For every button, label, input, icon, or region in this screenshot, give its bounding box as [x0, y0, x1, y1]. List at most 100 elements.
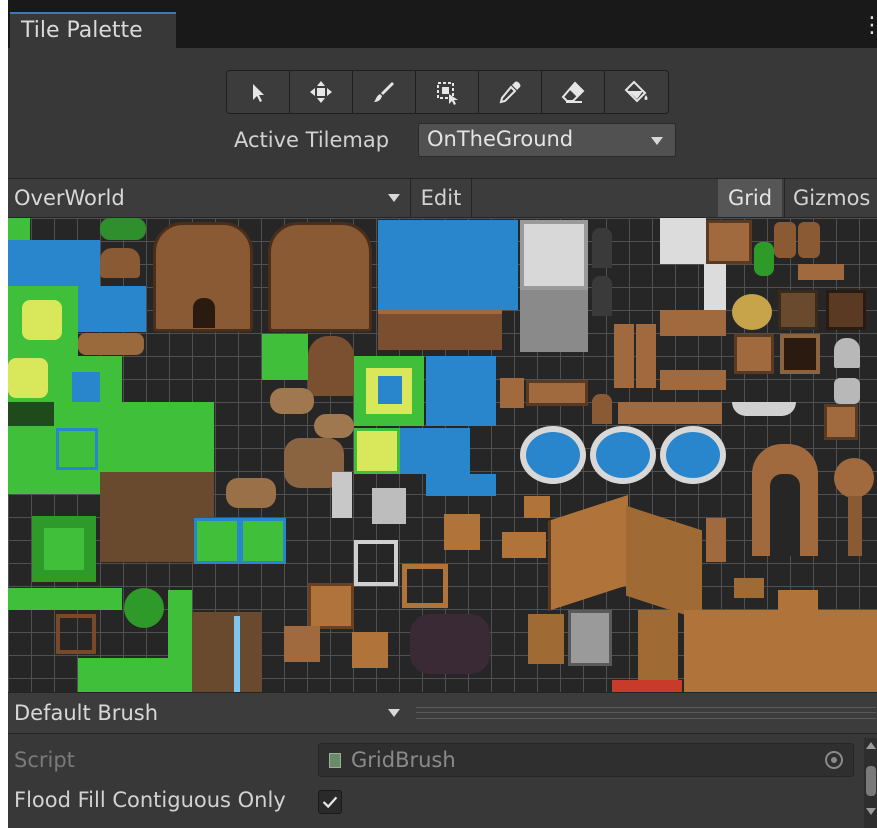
brush-name: Default Brush — [14, 701, 159, 725]
stone-frame-tile — [354, 540, 398, 586]
fountain-tile — [590, 426, 656, 484]
arrow-pointer-icon — [253, 84, 264, 102]
door-tile — [592, 276, 612, 316]
grass-tile — [240, 518, 286, 564]
script-file-icon — [329, 753, 341, 768]
shadow-tile — [410, 614, 490, 674]
panel-splitter[interactable] — [416, 707, 876, 719]
shelf-tile — [526, 380, 588, 406]
rock-tile — [270, 388, 314, 414]
palette-dropdown[interactable]: OverWorld — [8, 179, 408, 217]
stone-tile — [332, 472, 352, 518]
rock-tile — [226, 478, 276, 508]
rock-tile — [314, 414, 354, 438]
water-tile — [400, 428, 470, 474]
scroll-up-icon[interactable] — [866, 742, 876, 749]
table-tile — [660, 310, 726, 336]
bush-tile — [100, 218, 146, 240]
chevron-down-icon — [388, 194, 400, 202]
brush-toolbar: Default Brush — [8, 692, 877, 734]
stone-ledge-tile — [732, 402, 796, 416]
crate-tile — [352, 632, 388, 668]
object-picker-icon[interactable] — [825, 751, 843, 769]
crate-tile — [444, 514, 480, 550]
tab-tile-palette[interactable]: Tile Palette — [10, 12, 176, 48]
move-tool-button[interactable] — [290, 71, 353, 113]
plank-tile — [528, 614, 564, 664]
roof-tile — [308, 336, 354, 396]
tile-palette-canvas[interactable] — [8, 218, 877, 692]
edit-palette-button[interactable]: Edit — [410, 179, 472, 217]
grass-tile — [194, 518, 240, 564]
script-label: Script — [14, 748, 75, 772]
pick-tool-button[interactable] — [479, 71, 542, 113]
mushroom-tile — [100, 248, 140, 278]
kebab-menu-icon[interactable]: ⋮ — [861, 15, 877, 37]
select-tool-button[interactable] — [227, 71, 290, 113]
active-tilemap-dropdown[interactable]: OnTheGround — [418, 123, 676, 157]
cabinet-tile — [734, 334, 774, 374]
flower-tile — [8, 358, 48, 398]
box-fill-icon — [437, 82, 458, 105]
box-fill-tool-button[interactable] — [416, 71, 479, 113]
active-tilemap-label: Active Tilemap — [234, 128, 390, 152]
door-tile — [592, 394, 612, 424]
pond-tile — [56, 428, 98, 470]
active-tilemap-value: OnTheGround — [427, 127, 574, 151]
roof-tile — [684, 610, 877, 692]
flood-fill-checkbox[interactable] — [318, 790, 342, 814]
house-tile — [268, 222, 372, 332]
grass-tile — [8, 402, 54, 426]
gizmos-toggle-button[interactable]: Gizmos — [784, 179, 877, 217]
tool-strip — [226, 70, 669, 114]
cliff-tile — [192, 612, 262, 692]
statue-tile — [834, 378, 860, 404]
script-field: GridBrush — [318, 743, 854, 777]
plank-tile — [502, 532, 546, 558]
checkmark-icon — [322, 796, 338, 809]
house-door-tile — [193, 298, 215, 328]
grid-toggle-button[interactable]: Grid — [718, 179, 782, 217]
log-tile — [78, 333, 144, 355]
fence-tile — [56, 614, 96, 654]
statue-tile — [834, 338, 860, 368]
bench-tile — [660, 370, 726, 390]
crate-tile — [308, 583, 354, 629]
stone-floor-tile — [704, 264, 726, 310]
plank-tile — [638, 610, 678, 680]
erase-tool-button[interactable] — [542, 71, 605, 113]
grass-tile — [8, 426, 54, 472]
fireplace-tile — [780, 334, 820, 374]
grass-tile — [168, 590, 192, 660]
pot-plant-tile — [732, 294, 772, 330]
fountain-tile — [660, 426, 726, 484]
fill-tool-button[interactable] — [605, 71, 668, 113]
water-tile — [426, 474, 496, 496]
brush-dropdown[interactable]: Default Brush — [8, 693, 408, 733]
crate-tile — [284, 626, 320, 662]
move-arrows-icon — [310, 81, 332, 103]
plant-tile — [754, 242, 774, 276]
eyedropper-icon — [499, 81, 521, 104]
chevron-down-icon — [388, 709, 400, 717]
plank-tile — [778, 590, 818, 610]
grass-tile — [8, 472, 78, 494]
bush-tile — [124, 588, 164, 628]
scroll-down-icon[interactable] — [866, 808, 876, 815]
roof-tile — [626, 505, 702, 621]
plank-tile — [524, 496, 550, 518]
barrel-tile — [798, 222, 820, 258]
shelf-tile — [706, 518, 726, 562]
stone-tile — [372, 488, 406, 524]
scrollbar-thumb[interactable] — [866, 766, 876, 796]
bench-tile — [614, 324, 634, 388]
palette-toolbar: OverWorld Edit Grid Gizmos — [8, 178, 877, 218]
flood-fill-label: Flood Fill Contiguous Only — [14, 788, 286, 812]
pond-inner-tile — [378, 376, 402, 404]
paint-bucket-icon — [624, 80, 647, 103]
grass-tile — [8, 218, 30, 240]
arch-opening-tile — [770, 474, 800, 556]
brush-icon — [374, 82, 394, 102]
arch-wall-tile — [378, 310, 502, 350]
paint-tool-button[interactable] — [353, 71, 416, 113]
